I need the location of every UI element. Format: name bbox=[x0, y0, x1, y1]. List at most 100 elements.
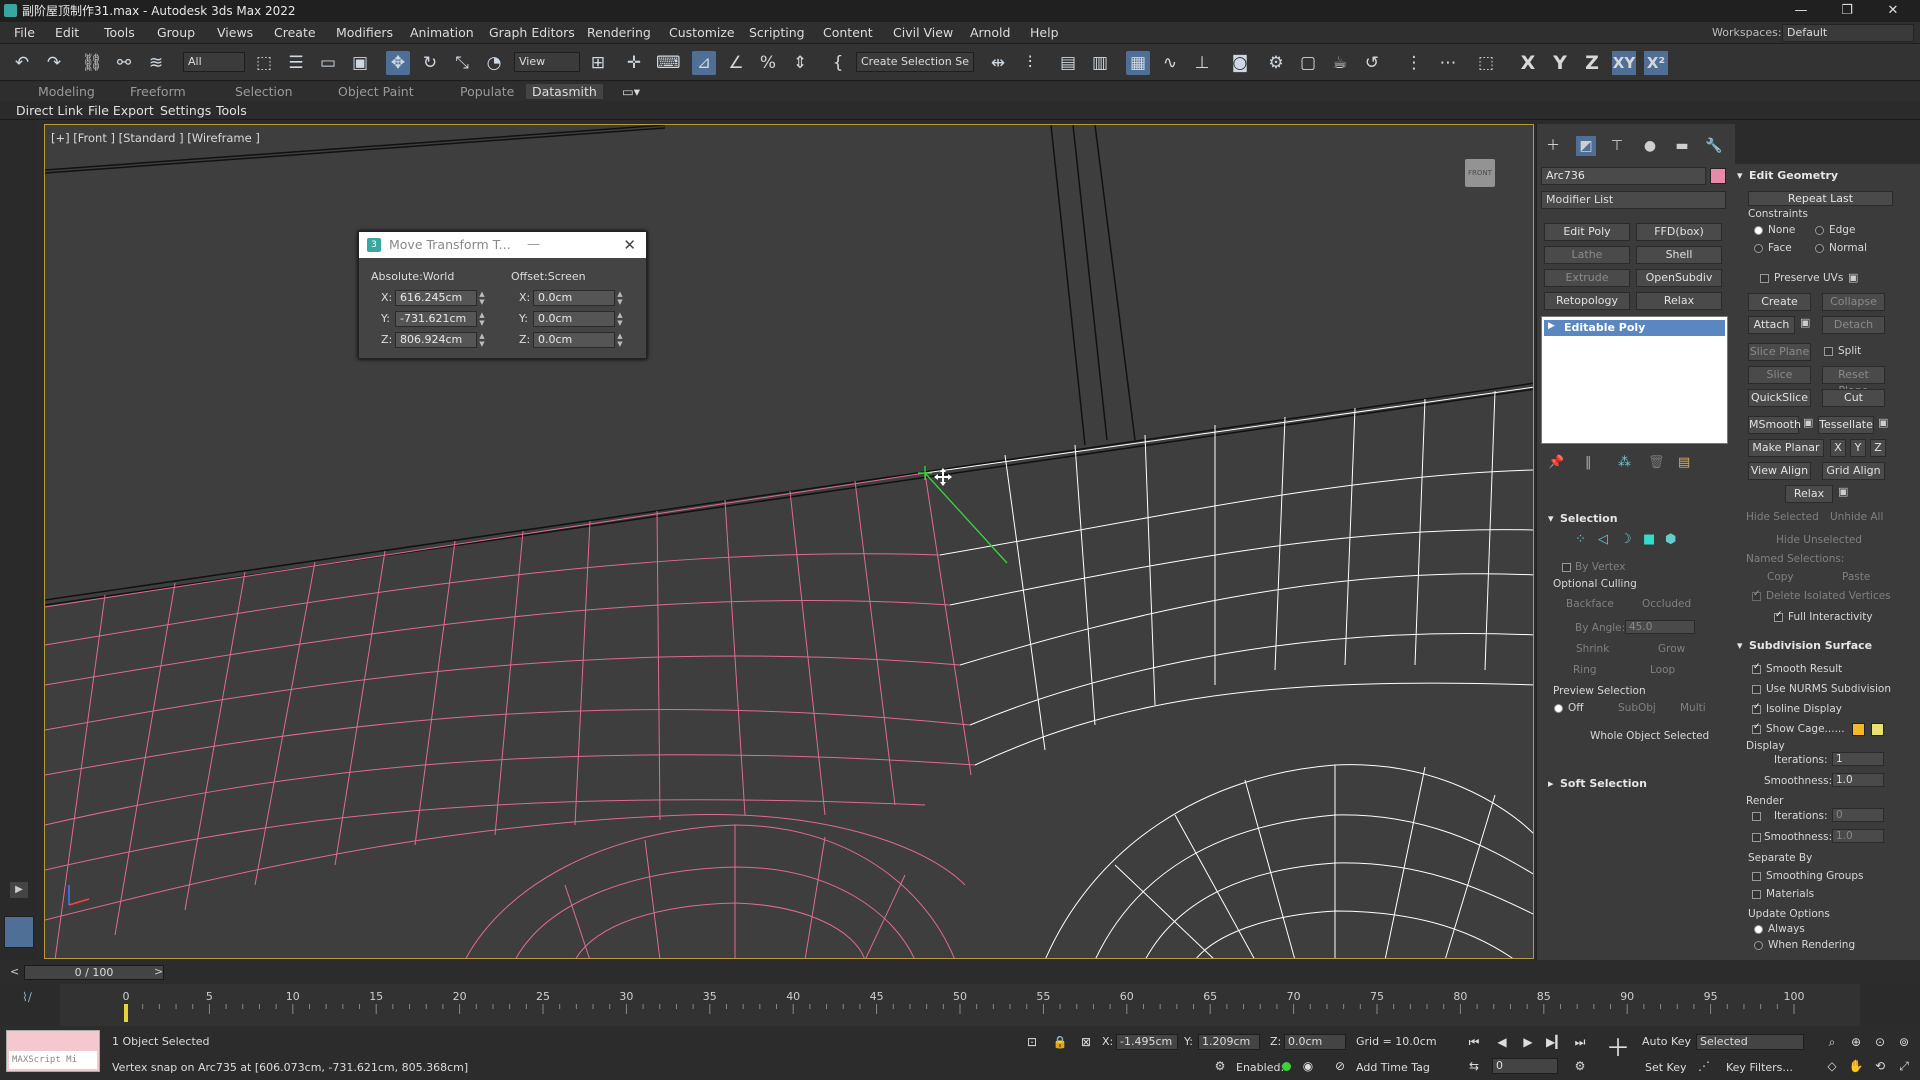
update-always-radio[interactable] bbox=[1754, 925, 1763, 934]
selection-lock-icon[interactable]: 🔒 bbox=[1052, 1034, 1068, 1050]
add-time-tag-label[interactable]: Add Time Tag bbox=[1356, 1061, 1430, 1074]
ribbon-tab-object-paint[interactable]: Object Paint bbox=[338, 84, 414, 99]
spinner-snap-icon[interactable]: ⇕ bbox=[788, 51, 812, 75]
vertex-mode-icon[interactable]: ⁘ bbox=[1575, 532, 1586, 547]
zoom-extents-icon[interactable]: ⊙ bbox=[1872, 1034, 1888, 1050]
menu-help[interactable]: Help bbox=[1030, 25, 1059, 40]
ribbon-tab-modeling[interactable]: Modeling bbox=[38, 84, 95, 99]
edge-mode-icon[interactable]: ◁ bbox=[1598, 532, 1608, 547]
menu-modifiers[interactable]: Modifiers bbox=[336, 25, 393, 40]
attach-list-icon[interactable]: ▣ bbox=[1800, 316, 1810, 329]
isoline-display-checkbox[interactable] bbox=[1752, 702, 1761, 714]
zoom-extents-all-icon[interactable]: ⊚ bbox=[1896, 1034, 1912, 1050]
object-name-field[interactable]: Arc736 bbox=[1541, 167, 1706, 185]
field-of-view-icon[interactable]: ◇ bbox=[1824, 1058, 1840, 1074]
axis-x-button[interactable]: X bbox=[1516, 51, 1540, 75]
coord-z-field[interactable]: 0.0cm bbox=[1284, 1034, 1346, 1050]
time-configuration-icon[interactable]: ⚙ bbox=[1572, 1058, 1588, 1074]
maximize-viewport-icon[interactable]: ⤢ bbox=[1896, 1058, 1912, 1074]
create-button[interactable]: Create bbox=[1748, 293, 1811, 311]
menu-graph-editors[interactable]: Graph Editors bbox=[489, 25, 575, 40]
materials-checkbox[interactable] bbox=[1752, 890, 1761, 899]
motion-tab-icon[interactable]: ● bbox=[1640, 136, 1660, 156]
menu-group[interactable]: Group bbox=[157, 25, 195, 40]
coord-y-field[interactable]: 1.209cm bbox=[1198, 1034, 1260, 1050]
viewport-layout-icon[interactable] bbox=[4, 916, 34, 948]
redo-icon[interactable]: ↷ bbox=[42, 51, 66, 75]
abs-x-spinner[interactable]: ▲ ▼ bbox=[477, 290, 487, 306]
lathe-button[interactable]: Lathe bbox=[1544, 246, 1630, 264]
undo-icon[interactable]: ↶ bbox=[10, 51, 34, 75]
scale-icon[interactable]: ⤡ bbox=[450, 51, 474, 75]
next-frame-arrow-icon[interactable]: > bbox=[154, 965, 163, 978]
preserve-uvs-settings-icon[interactable]: ▣ bbox=[1848, 271, 1858, 284]
object-color-swatch[interactable] bbox=[1710, 168, 1726, 184]
by-vertex-checkbox[interactable] bbox=[1562, 563, 1571, 572]
shell-button[interactable]: Shell bbox=[1636, 246, 1722, 264]
named-selection-dropdown[interactable]: Create Selection Se bbox=[856, 52, 974, 72]
ribbon-options-icon[interactable]: ▭▾ bbox=[622, 84, 640, 99]
constraint-normal-radio[interactable] bbox=[1815, 244, 1824, 253]
axis-z-button[interactable]: Z bbox=[1580, 51, 1604, 75]
curve-editor-icon[interactable]: ∿ bbox=[1158, 51, 1182, 75]
render-smoothness-checkbox[interactable] bbox=[1752, 833, 1761, 842]
abs-z-field[interactable]: 806.924cm bbox=[395, 332, 477, 348]
menu-rendering[interactable]: Rendering bbox=[587, 25, 651, 40]
remove-modifier-icon[interactable]: 🗑 bbox=[1648, 455, 1665, 470]
menu-scripting[interactable]: Scripting bbox=[749, 25, 805, 40]
make-unique-icon[interactable]: ⁂ bbox=[1618, 455, 1631, 470]
relax-button[interactable]: Relax bbox=[1785, 485, 1833, 503]
slice-button[interactable]: Slice bbox=[1748, 366, 1811, 384]
ribbon-tab-populate[interactable]: Populate bbox=[460, 84, 514, 99]
scene-explorer-icon[interactable]: ▤ bbox=[1056, 51, 1080, 75]
render-iterations-field[interactable]: 0 bbox=[1832, 808, 1884, 822]
menu-arnold[interactable]: Arnold bbox=[970, 25, 1010, 40]
go-to-start-icon[interactable]: ⏮ bbox=[1466, 1034, 1482, 1050]
iterations-field[interactable]: 1 bbox=[1832, 752, 1884, 766]
menu-create[interactable]: Create bbox=[274, 25, 316, 40]
soft-selection-rollout-title[interactable]: Soft Selection bbox=[1560, 777, 1647, 790]
menu-animation[interactable]: Animation bbox=[410, 25, 474, 40]
previous-frame-icon[interactable]: ◀ bbox=[1494, 1034, 1510, 1050]
axis-plane-button[interactable]: X² bbox=[1644, 51, 1668, 75]
extrude-button[interactable]: Extrude bbox=[1544, 269, 1630, 287]
manipulate-icon[interactable]: ✛ bbox=[622, 51, 646, 75]
stack-item-editable-poly[interactable]: Editable Poly bbox=[1544, 320, 1725, 336]
place-icon[interactable]: ◔ bbox=[482, 51, 506, 75]
select-by-name-icon[interactable]: ☰ bbox=[284, 51, 308, 75]
constraint-edge-radio[interactable] bbox=[1815, 226, 1824, 235]
preview-multi-label[interactable]: Multi bbox=[1680, 702, 1706, 714]
delete-isolated-checkbox[interactable] bbox=[1752, 589, 1761, 601]
rotate-icon[interactable]: ↻ bbox=[418, 51, 442, 75]
pan-view-icon[interactable]: ✋ bbox=[1848, 1058, 1864, 1074]
coord-x-field[interactable]: -1.495cm bbox=[1116, 1034, 1178, 1050]
ring-button[interactable]: Ring bbox=[1573, 664, 1597, 676]
prev-frame-arrow-icon[interactable]: < bbox=[10, 965, 19, 978]
align-icon[interactable]: ⫶ bbox=[1018, 51, 1042, 75]
relax-settings-icon[interactable]: ▣ bbox=[1838, 485, 1848, 498]
workspaces-dropdown[interactable]: Default bbox=[1782, 24, 1914, 42]
time-tag-icon[interactable]: ⊘ bbox=[1332, 1058, 1348, 1074]
auto-key-button[interactable]: Auto Key bbox=[1642, 1035, 1691, 1048]
menu-civil-view[interactable]: Civil View bbox=[893, 25, 953, 40]
curve-editor-mini-icon[interactable]: ⌇∕ bbox=[22, 990, 32, 1004]
selection-rollout-toggle[interactable]: ▾ bbox=[1548, 512, 1554, 525]
view-align-button[interactable]: View Align bbox=[1748, 462, 1811, 480]
abs-y-field[interactable]: -731.621cm bbox=[395, 311, 477, 327]
off-y-spinner[interactable]: ▲ ▼ bbox=[615, 311, 625, 327]
layer-explorer-icon[interactable]: ▥ bbox=[1088, 51, 1112, 75]
hide-unselected-button[interactable]: Hide Unselected bbox=[1776, 534, 1862, 546]
abs-z-spinner[interactable]: ▲ ▼ bbox=[477, 332, 487, 348]
ribbon-tab-selection[interactable]: Selection bbox=[235, 84, 293, 99]
window-crossing-icon[interactable]: ▣ bbox=[348, 51, 372, 75]
datasmith-file-export[interactable]: File Export bbox=[88, 103, 154, 118]
detach-button[interactable]: Detach bbox=[1822, 316, 1885, 334]
key-tangent-icon[interactable]: ⋰ bbox=[1696, 1058, 1712, 1074]
menu-edit[interactable]: Edit bbox=[55, 25, 79, 40]
split-checkbox[interactable] bbox=[1824, 347, 1833, 356]
go-to-end-icon[interactable]: ⏭ bbox=[1572, 1034, 1588, 1050]
smoothness-field[interactable]: 1.0 bbox=[1832, 773, 1884, 787]
render-iterative-icon[interactable]: ↺ bbox=[1360, 51, 1384, 75]
dialog-titlebar[interactable]: 3 Move Transform T... — ✕ bbox=[359, 232, 646, 258]
modify-tab-icon[interactable]: ◩ bbox=[1576, 136, 1596, 156]
